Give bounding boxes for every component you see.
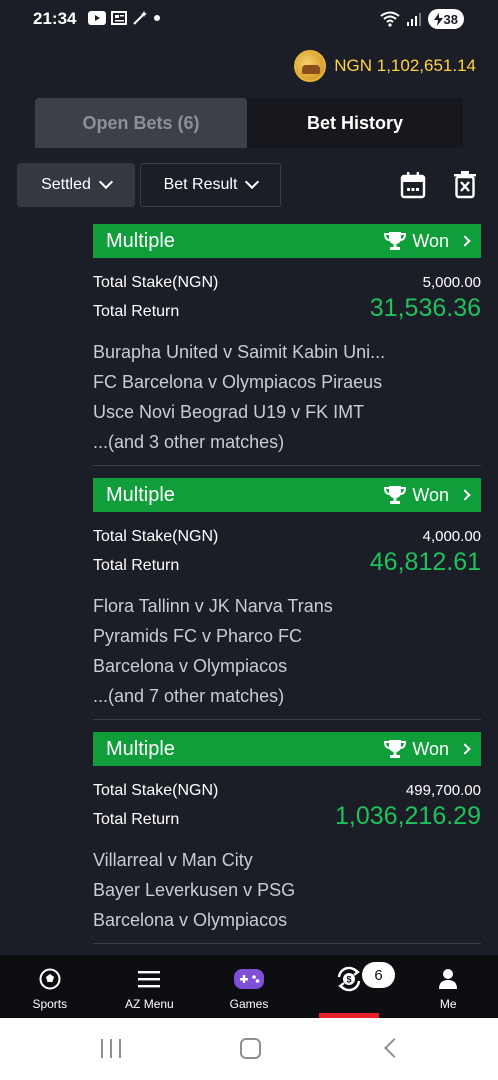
total-return-label: Total Return [93, 303, 180, 320]
total-return-label: Total Return [93, 557, 180, 574]
chevron-right-icon [459, 489, 471, 501]
total-stake-label: Total Stake(NGN) [93, 274, 219, 291]
chevron-down-icon [245, 174, 260, 190]
magic-wand-icon [133, 11, 147, 25]
charging-bolt-icon [433, 12, 443, 26]
chevron-down-icon [98, 174, 113, 190]
total-stake-label: Total Stake(NGN) [93, 528, 219, 545]
bet-status-label: Won [412, 484, 449, 505]
balance-amount: NGN 1,102,651.14 [334, 56, 476, 75]
youtube-icon [88, 11, 106, 25]
tab-open-bets[interactable]: Open Bets (6) [35, 98, 247, 148]
bet-card[interactable]: Multiple Won Total Stake(NGN) 499,700.00… [93, 732, 481, 944]
total-return-value: 31,536.36 [369, 294, 481, 322]
trophy-icon [384, 232, 407, 250]
status-time: 21:34 [33, 9, 77, 28]
trophy-icon [384, 486, 407, 504]
back-icon[interactable] [384, 1038, 404, 1058]
bet-card[interactable]: Multiple Won Total Stake(NGN) 4,000.00 T… [93, 478, 481, 720]
wifi-icon [379, 11, 400, 27]
nav-sports-label: Sports [32, 997, 68, 1011]
bet-type: Multiple [106, 483, 175, 506]
svg-text:$: $ [346, 975, 351, 985]
total-stake-value: 5,000.00 [422, 274, 481, 291]
bottom-nav: Sports AZ Menu Games $ Me [0, 955, 498, 1018]
notification-dot-icon [154, 15, 160, 21]
match-item: Bayer Leverkusen v PSG [93, 880, 296, 900]
total-return-value: 46,812.61 [369, 548, 481, 576]
match-list: Burapha United v Saimit Kabin Uni... FC … [93, 337, 481, 457]
match-item: Villarreal v Man City [93, 850, 253, 870]
user-icon [439, 969, 458, 989]
match-list: Flora Tallinn v JK Narva Trans Pyramids … [93, 591, 481, 711]
total-stake-label: Total Stake(NGN) [93, 782, 219, 799]
nav-games-label: Games [229, 997, 269, 1011]
match-item: Pyramids FC v Pharco FC [93, 626, 303, 646]
divider [93, 719, 481, 720]
recent-apps-icon[interactable] [101, 1039, 121, 1058]
battery-indicator: 38 [427, 9, 464, 29]
signal-icon [406, 13, 421, 26]
hamburger-menu-icon [138, 971, 161, 988]
divider [93, 465, 481, 466]
bet-result-dropdown-label: Bet Result [163, 176, 238, 193]
settled-dropdown-label: Settled [41, 176, 91, 193]
bet-status: Won [384, 738, 471, 760]
account-balance[interactable]: NGN 1,102,651.14 [294, 50, 476, 82]
total-stake-value: 499,700.00 [405, 782, 481, 799]
divider [93, 943, 481, 944]
match-item: Burapha United v Saimit Kabin Uni... [93, 342, 386, 362]
settled-dropdown[interactable]: Settled [17, 163, 135, 207]
system-nav-bar [0, 1018, 498, 1080]
nav-sports[interactable]: Sports [0, 955, 100, 1018]
total-return-label: Total Return [93, 811, 180, 828]
chevron-right-icon [459, 743, 471, 755]
nav-games[interactable]: Games [199, 955, 299, 1018]
tab-bet-history[interactable]: Bet History [247, 98, 463, 148]
total-return-value: 1,036,216.29 [335, 802, 481, 830]
balance-avatar-icon [294, 50, 327, 82]
nav-az-menu[interactable]: AZ Menu [100, 955, 200, 1018]
match-item: FC Barcelona v Olympiacos Piraeus [93, 372, 383, 392]
match-item: Usce Novi Beograd U19 v FK IMT [93, 402, 365, 422]
nav-me[interactable]: Me [398, 955, 498, 1018]
bet-status: Won [384, 230, 471, 252]
status-bar: 21:34 38 [0, 0, 498, 38]
match-item: Barcelona v Olympiacos [93, 656, 288, 676]
match-item: ...(and 3 other matches) [93, 432, 285, 452]
delete-icon[interactable] [453, 171, 477, 199]
match-list: Villarreal v Man City Bayer Leverkusen v… [93, 845, 481, 935]
bets-cashout-icon: $ [337, 966, 360, 992]
calendar-icon[interactable] [400, 171, 426, 199]
total-stake-value: 4,000.00 [422, 528, 481, 545]
nav-az-menu-label: AZ Menu [125, 997, 174, 1011]
bet-type: Multiple [106, 737, 175, 760]
nav-me-label: Me [439, 997, 457, 1011]
home-icon[interactable] [240, 1038, 261, 1059]
match-item: Flora Tallinn v JK Narva Trans [93, 596, 333, 616]
filter-bar: Settled Bet Result [17, 163, 481, 207]
trophy-icon [384, 740, 407, 758]
bet-status: Won [384, 484, 471, 506]
bets-tabs: Open Bets (6) Bet History [35, 98, 463, 148]
gamepad-icon [233, 969, 264, 989]
battery-level: 38 [443, 11, 458, 27]
bet-card[interactable]: Multiple Won Total Stake(NGN) 5,000.00 T… [93, 224, 481, 466]
open-bets-count-badge: 6 [362, 962, 395, 988]
news-icon [111, 11, 127, 25]
bet-status-label: Won [412, 738, 449, 759]
bet-card-header[interactable]: Multiple Won [93, 732, 481, 766]
match-item: ...(and 7 other matches) [93, 686, 285, 706]
bet-card-header[interactable]: Multiple Won [93, 478, 481, 512]
bet-type: Multiple [106, 229, 175, 252]
bet-status-label: Won [412, 230, 449, 251]
match-item: Barcelona v Olympiacos [93, 910, 288, 930]
bet-result-dropdown[interactable]: Bet Result [140, 163, 281, 207]
chevron-right-icon [459, 235, 471, 247]
bet-card-header[interactable]: Multiple Won [93, 224, 481, 258]
soccer-ball-icon [39, 968, 61, 990]
